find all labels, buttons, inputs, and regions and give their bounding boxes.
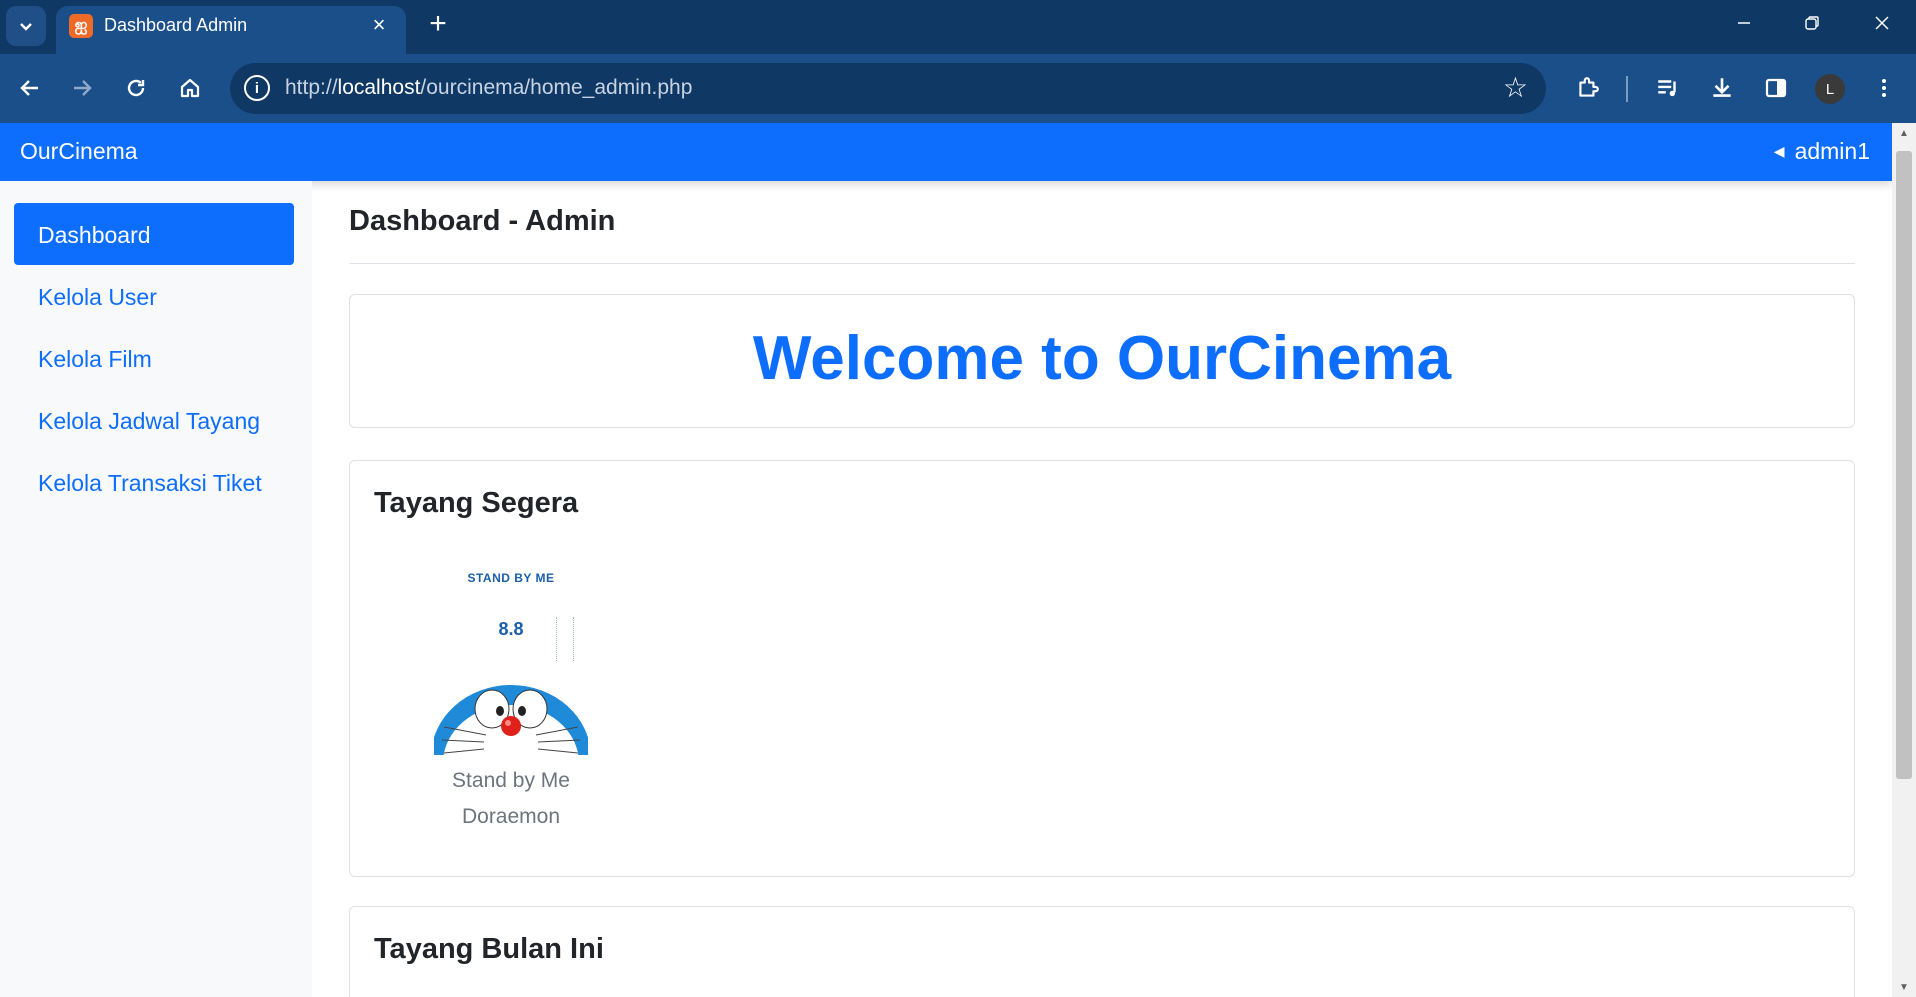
new-tab-button[interactable]: + — [418, 6, 458, 42]
back-button[interactable] — [8, 66, 52, 110]
arrow-right-icon — [74, 80, 92, 96]
reload-icon — [127, 79, 145, 97]
movie-title-line2: Doraemon — [461, 805, 561, 828]
url-path: /ourcinema/home_admin.php — [420, 76, 693, 99]
address-bar[interactable]: i http://localhost/ourcinema/home_admin.… — [230, 63, 1546, 114]
poster-side-text — [556, 617, 574, 661]
xampp-favicon-icon: ஐ — [69, 14, 93, 38]
extensions-button[interactable] — [1566, 66, 1610, 110]
browser-titlebar: ஐ Dashboard Admin × + — [0, 0, 1916, 54]
sidebar-item-kelola-jadwal-tayang[interactable]: Kelola Jadwal Tayang — [14, 389, 294, 451]
movie-poster[interactable]: STAND BY ME 8.8 — [434, 567, 588, 755]
downloads-button[interactable] — [1700, 66, 1744, 110]
coming-soon-heading: Tayang Segera — [374, 487, 579, 519]
coming-soon-card: Tayang Segera STAND BY ME 8.8 Stand by M… — [349, 460, 1855, 877]
now-showing-card: Tayang Bulan Ini — [349, 906, 1855, 997]
profile-avatar[interactable]: L — [1815, 74, 1845, 104]
movie-title[interactable]: Stand by Me Doraemon — [434, 763, 588, 835]
minimize-icon — [1738, 22, 1750, 24]
url-text[interactable]: http://localhost/ourcinema/home_admin.ph… — [285, 76, 692, 100]
sidebar-item-dashboard[interactable]: Dashboard — [14, 203, 294, 265]
browser-tab-active[interactable]: ஐ Dashboard Admin × — [56, 6, 406, 54]
welcome-card: Welcome to OurCinema — [349, 294, 1855, 428]
poster-title: STAND BY ME — [467, 571, 555, 585]
media-controls-button[interactable] — [1646, 66, 1690, 110]
caret-left-icon: ◀ — [1773, 143, 1785, 159]
scroll-up-arrow-icon[interactable]: ▲ — [1892, 123, 1916, 143]
restore-window-button[interactable] — [1778, 0, 1846, 46]
side-panel-button[interactable] — [1754, 66, 1798, 110]
sidebar-item-kelola-transaksi-tiket[interactable]: Kelola Transaksi Tiket — [14, 451, 294, 513]
movie-card[interactable]: STAND BY ME 8.8 Stand by Me Doraemon — [434, 567, 588, 835]
url-host: localhost — [337, 76, 421, 99]
home-icon — [180, 78, 200, 98]
tab-search-button[interactable] — [6, 6, 46, 46]
side-panel-icon — [1765, 78, 1787, 98]
site-info-icon[interactable]: i — [244, 75, 270, 101]
restore-icon — [1805, 16, 1819, 30]
now-showing-heading: Tayang Bulan Ini — [374, 933, 604, 965]
username: admin1 — [1794, 138, 1870, 164]
browser-toolbar: i http://localhost/ourcinema/home_admin.… — [0, 54, 1916, 123]
navbar-brand[interactable]: OurCinema — [20, 138, 138, 165]
sidebar-item-kelola-user[interactable]: Kelola User — [14, 265, 294, 327]
puzzle-icon — [1579, 77, 1599, 97]
minimize-window-button[interactable] — [1710, 0, 1778, 46]
download-icon — [1713, 78, 1731, 97]
chevron-down-icon — [20, 23, 32, 31]
bookmark-star-icon[interactable]: ☆ — [1503, 71, 1528, 104]
page-viewport: OurCinema ◀ admin1 Dashboard Kelola User … — [0, 123, 1892, 997]
close-window-button[interactable] — [1848, 0, 1916, 46]
movie-title-line1: Stand by Me — [452, 769, 570, 792]
reload-button[interactable] — [114, 66, 158, 110]
user-dropdown[interactable]: ◀ admin1 — [1774, 138, 1870, 165]
playlist-music-icon — [1658, 80, 1676, 97]
welcome-heading: Welcome to OurCinema — [752, 324, 1452, 393]
page-title: Dashboard - Admin — [349, 205, 616, 237]
toolbar-separator — [1626, 76, 1628, 102]
title-divider — [349, 263, 1855, 264]
url-scheme: http:// — [285, 76, 338, 99]
close-icon — [1875, 16, 1889, 30]
scrollbar-thumb[interactable] — [1896, 151, 1912, 779]
home-button[interactable] — [168, 66, 212, 110]
page-scrollbar[interactable]: ▲ ▼ — [1892, 123, 1916, 997]
arrow-left-icon — [20, 80, 38, 96]
scroll-down-arrow-icon[interactable]: ▼ — [1892, 977, 1916, 997]
tab-title: Dashboard Admin — [104, 15, 248, 35]
doraemon-face-image — [434, 685, 588, 755]
sidebar-item-kelola-film[interactable]: Kelola Film — [14, 327, 294, 389]
forward-button[interactable] — [60, 66, 104, 110]
close-tab-icon[interactable]: × — [364, 10, 394, 40]
browser-menu-button[interactable] — [1862, 66, 1906, 110]
more-vertical-icon — [1882, 79, 1886, 97]
sidebar: Dashboard Kelola User Kelola Film Kelola… — [0, 181, 312, 997]
top-navbar: OurCinema ◀ admin1 — [0, 123, 1892, 181]
